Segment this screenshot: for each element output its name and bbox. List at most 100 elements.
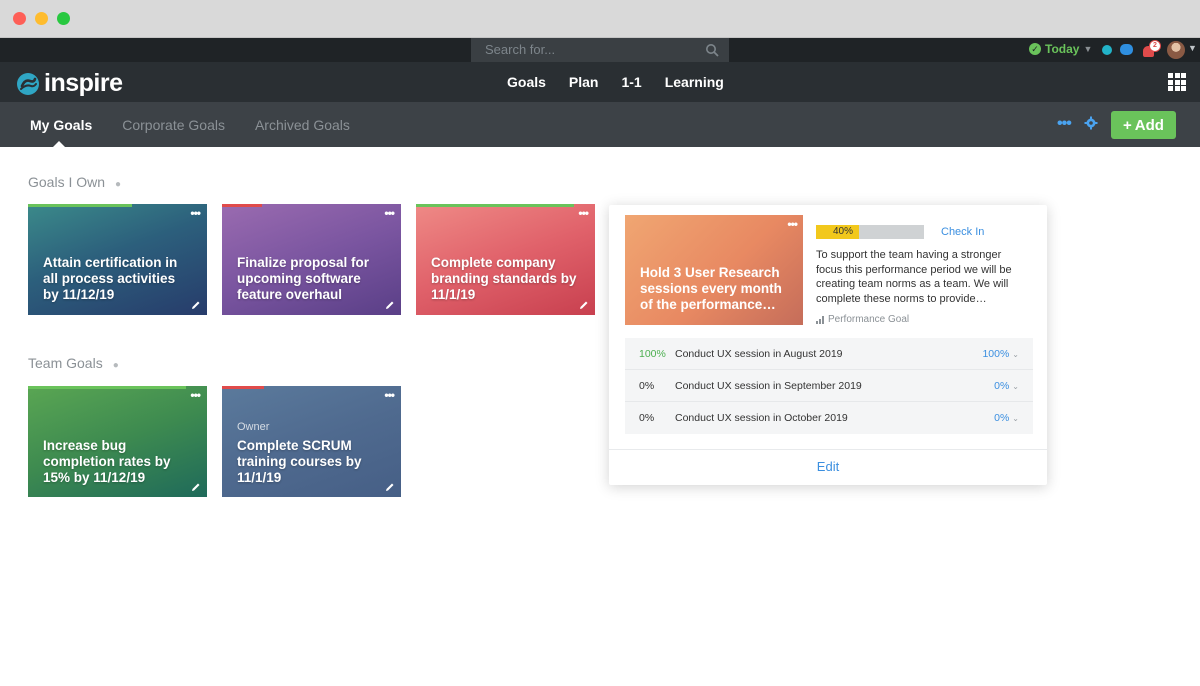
app-window: Search for... ✓ Today ▼ 2 ▼ inspire Goal… xyxy=(0,0,1200,686)
today-dropdown[interactable]: ✓ Today ▼ xyxy=(1029,42,1092,56)
pencil-icon[interactable] xyxy=(385,300,395,310)
popover-divider xyxy=(609,449,1047,450)
card-progress-line xyxy=(28,386,186,389)
bar-chart-icon xyxy=(816,315,824,324)
goal-type-label: Performance Goal xyxy=(828,314,910,325)
chat-icon[interactable] xyxy=(1120,44,1133,55)
milestone-row[interactable]: 0% Conduct UX session in September 2019 … xyxy=(625,370,1033,402)
inspire-logo-icon xyxy=(17,72,39,95)
main-navigation: inspire Goals Plan 1-1 Learning xyxy=(0,62,1200,102)
goal-card[interactable]: ••• Hold 3 User Research sessions every … xyxy=(625,215,803,325)
goal-tabs: My Goals Corporate Goals Archived Goals xyxy=(30,117,350,133)
avatar[interactable] xyxy=(1167,41,1185,59)
notifications-button[interactable]: 2 xyxy=(1141,40,1161,58)
milestone-value: 0% xyxy=(994,412,1010,424)
search-placeholder: Search for... xyxy=(485,42,556,57)
milestone-title: Conduct UX session in October 2019 xyxy=(675,412,848,424)
chevron-down-icon: ⌄ xyxy=(1012,382,1019,391)
card-more-icon[interactable]: ••• xyxy=(190,206,201,220)
card-progress-line xyxy=(222,204,262,207)
milestone-title: Conduct UX session in August 2019 xyxy=(675,348,843,360)
pencil-icon[interactable] xyxy=(191,482,201,492)
plus-icon: + xyxy=(1123,116,1132,134)
card-title: Hold 3 User Research sessions every mont… xyxy=(640,265,782,312)
goal-progress-bar: 40% xyxy=(816,225,924,239)
pencil-icon[interactable] xyxy=(191,300,201,310)
goal-card[interactable]: ••• Complete company branding standards … xyxy=(416,204,595,315)
goal-detail-popover: ••• Hold 3 User Research sessions every … xyxy=(609,205,1047,485)
card-title: Increase bug completion rates by 15% by … xyxy=(43,438,171,485)
chevron-down-icon[interactable]: ▼ xyxy=(1188,43,1197,53)
card-more-icon[interactable]: ••• xyxy=(384,388,395,402)
card-title: Complete company branding standards by 1… xyxy=(431,255,577,302)
goals-subnav: My Goals Corporate Goals Archived Goals … xyxy=(0,102,1200,147)
milestone-percent: 100% xyxy=(639,348,666,360)
milestone-percent: 0% xyxy=(639,412,655,424)
milestone-row[interactable]: 0% Conduct UX session in October 2019 0%… xyxy=(625,402,1033,434)
check-circle-icon: ✓ xyxy=(1029,43,1041,55)
goal-description: To support the team having a stronger fo… xyxy=(816,249,1012,305)
goal-card[interactable]: ••• Increase bug completion rates by 15%… xyxy=(28,386,207,497)
add-button-label: Add xyxy=(1134,116,1164,134)
goal-type: Performance Goal xyxy=(816,314,909,325)
milestone-value: 0% xyxy=(994,380,1010,392)
main-nav-links: Goals Plan 1-1 Learning xyxy=(507,74,724,90)
section-title-team-goals: Team Goals ● xyxy=(28,355,119,371)
tab-archived-goals[interactable]: Archived Goals xyxy=(255,117,350,133)
search-input[interactable]: Search for... xyxy=(471,38,729,62)
nav-one-on-one[interactable]: 1-1 xyxy=(621,74,641,90)
card-progress-line xyxy=(222,386,264,389)
nav-goals[interactable]: Goals xyxy=(507,74,546,90)
zoom-window-button[interactable] xyxy=(57,12,70,25)
section-title-goals-i-own: Goals I Own ● xyxy=(28,174,121,190)
close-window-button[interactable] xyxy=(13,12,26,25)
top-utility-bar: Search for... ✓ Today ▼ 2 ▼ xyxy=(0,38,1200,62)
more-options-button[interactable]: ••• xyxy=(1057,115,1072,133)
apps-grid-icon[interactable] xyxy=(1168,73,1186,91)
section-menu-icon[interactable]: ● xyxy=(115,179,121,190)
card-title: Complete SCRUM training courses by 11/1/… xyxy=(237,438,362,485)
section-label: Team Goals xyxy=(28,355,103,371)
gear-icon[interactable] xyxy=(1084,116,1098,130)
milestone-value: 100% xyxy=(982,348,1010,360)
logo-text: inspire xyxy=(44,69,123,97)
card-title: Finalize proposal for upcoming software … xyxy=(237,255,370,302)
section-menu-icon[interactable]: ● xyxy=(113,360,119,371)
logo[interactable]: inspire xyxy=(16,69,123,98)
status-dot-icon[interactable] xyxy=(1102,45,1112,55)
minimize-window-button[interactable] xyxy=(35,12,48,25)
chevron-down-icon: ⌄ xyxy=(1012,350,1019,359)
card-more-icon[interactable]: ••• xyxy=(190,388,201,402)
check-in-link[interactable]: Check In xyxy=(941,226,984,238)
milestone-value-dropdown[interactable]: 0% ⌄ xyxy=(994,412,1019,424)
window-titlebar xyxy=(0,0,1200,38)
pencil-icon[interactable] xyxy=(579,300,589,310)
card-progress-line xyxy=(28,204,132,207)
active-tab-indicator xyxy=(53,141,65,147)
goal-card[interactable]: ••• Finalize proposal for upcoming softw… xyxy=(222,204,401,315)
card-owner-label: Owner xyxy=(237,421,270,433)
card-more-icon[interactable]: ••• xyxy=(578,206,589,220)
milestone-list: 100% Conduct UX session in August 2019 1… xyxy=(625,338,1033,434)
notification-badge: 2 xyxy=(1149,40,1161,52)
section-label: Goals I Own xyxy=(28,174,106,190)
edit-goal-link[interactable]: Edit xyxy=(609,459,1047,474)
add-goal-button[interactable]: + Add xyxy=(1111,111,1176,139)
tab-my-goals[interactable]: My Goals xyxy=(30,117,92,133)
card-title: Attain certification in all process acti… xyxy=(43,255,178,302)
pencil-icon[interactable] xyxy=(385,482,395,492)
progress-label: 40% xyxy=(832,226,853,237)
card-more-icon[interactable]: ••• xyxy=(787,217,798,231)
today-label: Today xyxy=(1045,42,1080,56)
milestone-row[interactable]: 100% Conduct UX session in August 2019 1… xyxy=(625,338,1033,370)
nav-learning[interactable]: Learning xyxy=(665,74,724,90)
nav-plan[interactable]: Plan xyxy=(569,74,599,90)
search-icon[interactable] xyxy=(705,43,719,57)
goal-card[interactable]: ••• Owner Complete SCRUM training course… xyxy=(222,386,401,497)
milestone-value-dropdown[interactable]: 0% ⌄ xyxy=(994,380,1019,392)
milestone-value-dropdown[interactable]: 100% ⌄ xyxy=(982,348,1019,360)
chevron-down-icon: ⌄ xyxy=(1012,414,1019,423)
goal-card[interactable]: ••• Attain certification in all process … xyxy=(28,204,207,315)
card-more-icon[interactable]: ••• xyxy=(384,206,395,220)
tab-corporate-goals[interactable]: Corporate Goals xyxy=(122,117,225,133)
